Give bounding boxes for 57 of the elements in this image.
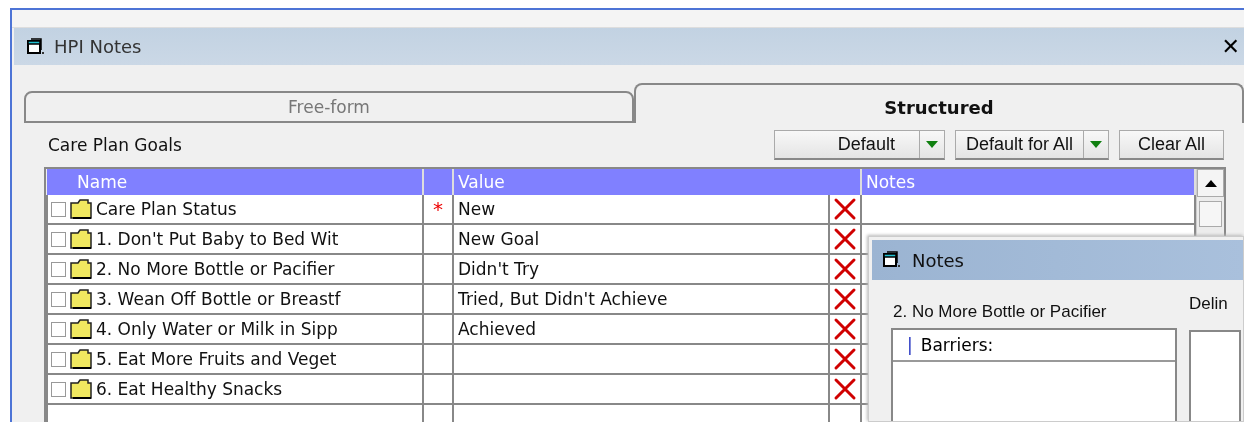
folder-icon (70, 199, 92, 219)
checkbox[interactable] (51, 261, 66, 277)
close-button[interactable]: ✕ (1221, 34, 1240, 59)
table-cell: Achieved (458, 319, 536, 339)
window-icon (26, 37, 46, 56)
checkbox[interactable] (51, 201, 66, 217)
text-box[interactable] (1189, 330, 1241, 421)
delete-icon[interactable] (833, 227, 857, 251)
checkbox[interactable] (51, 321, 66, 337)
table-cell: New Goal (458, 229, 540, 249)
goal-label: 2. No More Bottle or Pacifier (893, 302, 1108, 322)
table-cell: Didn't Try (458, 259, 540, 279)
table-cell: 6. Eat Healthy Snacks (96, 379, 283, 399)
clear-button[interactable]: Clear All (1118, 130, 1224, 160)
checkbox[interactable] (51, 231, 66, 247)
window-title: HPI Notes (54, 36, 143, 57)
delete-icon[interactable] (833, 317, 857, 341)
dropdown-arrow-icon (1089, 140, 1102, 149)
folder-icon (70, 259, 92, 279)
table-cell: Care Plan Status (96, 199, 237, 219)
dropdown-arrow-icon (925, 140, 938, 149)
delete-icon[interactable] (833, 287, 857, 311)
table-cell: 4. Only Water or Milk in Sipp (96, 319, 338, 339)
delete-icon[interactable] (833, 197, 857, 221)
folder-icon (70, 349, 92, 369)
folder-icon (70, 289, 92, 309)
scrollbar-thumb[interactable] (1199, 201, 1222, 227)
delete-icon[interactable] (833, 257, 857, 281)
list-marker: | (907, 335, 913, 355)
delete-icon[interactable] (833, 347, 857, 371)
window-icon (882, 251, 902, 269)
dropdown-button[interactable]: Default for All (954, 130, 1109, 160)
table-cell: New (458, 199, 496, 219)
folder-icon (70, 379, 92, 399)
table-cell: 3. Wean Off Bottle or Breastf (96, 289, 341, 309)
table-cell: 2. No More Bottle or Pacifier (96, 259, 335, 279)
table-cell: 1. Don't Put Baby to Bed Wit (96, 229, 339, 249)
delete-icon[interactable] (833, 377, 857, 401)
folder-icon (70, 319, 92, 339)
required-mark: * (433, 197, 443, 221)
tab[interactable]: Structured (634, 83, 1244, 123)
field-label: Delin (1189, 294, 1229, 314)
list-box[interactable]: | Barriers: (891, 328, 1177, 421)
tab[interactable]: Free-form (24, 91, 634, 123)
table-cell: Tried, But Didn't Achieve (458, 289, 668, 309)
checkbox[interactable] (51, 381, 66, 397)
checkbox[interactable] (51, 351, 66, 367)
folder-icon (70, 229, 92, 249)
notes-cell[interactable] (861, 195, 1195, 224)
dialog-title: Notes (912, 249, 964, 271)
section-label: Care Plan Goals (48, 135, 183, 155)
scroll-up-button[interactable] (1197, 169, 1224, 197)
table-cell: 5. Eat More Fruits and Veget (96, 349, 337, 369)
dropdown-button[interactable]: Default (773, 130, 945, 160)
up-arrow-icon (1204, 179, 1217, 187)
list-header: Barriers: (920, 335, 994, 355)
checkbox[interactable] (51, 291, 66, 307)
